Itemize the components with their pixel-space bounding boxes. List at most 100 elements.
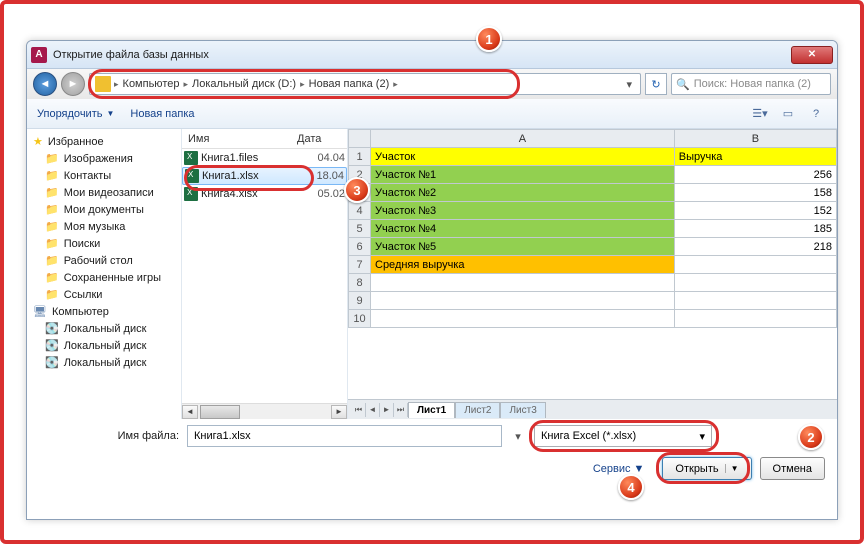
file-row-selected[interactable]: Книга1.xlsx18.04 bbox=[182, 167, 347, 185]
organize-button[interactable]: Упорядочить▼ bbox=[37, 108, 114, 120]
sheet-tabs: ⏮ ◄ ► ⏭ Лист1 Лист2 Лист3 bbox=[348, 399, 837, 419]
sheet-tab[interactable]: Лист3 bbox=[500, 402, 545, 418]
excel-icon bbox=[184, 151, 198, 165]
crumb-folder[interactable]: Новая папка (2) bbox=[305, 78, 394, 90]
view-mode-button[interactable]: ☰▾ bbox=[749, 105, 771, 123]
annotation-badge-3: 3 bbox=[344, 177, 370, 203]
file-row[interactable]: Книга4.xlsx05.02 bbox=[182, 185, 347, 203]
file-row[interactable]: Книга1.files04.04 bbox=[182, 149, 347, 167]
cell: Участок №1 bbox=[371, 166, 675, 184]
annotation-badge-1: 1 bbox=[476, 26, 502, 52]
col-header: B bbox=[674, 130, 836, 148]
filename-label: Имя файла: bbox=[39, 430, 179, 442]
filetype-combo[interactable]: Книга Excel (*.xlsx) ▾ bbox=[534, 425, 712, 447]
service-button[interactable]: Сервис▼ bbox=[593, 463, 645, 475]
crumb-drive[interactable]: Локальный диск (D:) bbox=[188, 78, 300, 90]
sidebar-drive[interactable]: 💽Локальный диск bbox=[27, 320, 181, 337]
cell: 152 bbox=[674, 202, 836, 220]
cancel-button[interactable]: Отмена bbox=[760, 457, 825, 480]
cell: Участок №5 bbox=[371, 238, 675, 256]
new-folder-button[interactable]: Новая папка bbox=[130, 108, 194, 120]
sidebar-item[interactable]: 📁Моя музыка bbox=[27, 218, 181, 235]
cell: Участок №4 bbox=[371, 220, 675, 238]
drive-icon: 💽 bbox=[45, 339, 59, 352]
chevron-down-icon: ▼ bbox=[106, 109, 114, 118]
col-name[interactable]: Имя bbox=[182, 133, 297, 145]
col-header: A bbox=[371, 130, 675, 148]
horizontal-scrollbar[interactable]: ◄ ► bbox=[182, 403, 347, 419]
folder-icon: 📁 bbox=[45, 288, 59, 301]
nav-back-button[interactable]: ◄ bbox=[33, 72, 57, 96]
sidebar-item[interactable]: 📁Контакты bbox=[27, 167, 181, 184]
filename-input[interactable]: Книга1.xlsx bbox=[187, 425, 502, 447]
excel-icon bbox=[185, 169, 199, 183]
sidebar-item[interactable]: 📁Поиски bbox=[27, 235, 181, 252]
star-icon: ★ bbox=[33, 135, 43, 148]
sheet-nav-last[interactable]: ⏭ bbox=[394, 403, 408, 417]
cell: 158 bbox=[674, 184, 836, 202]
scroll-left-button[interactable]: ◄ bbox=[182, 405, 198, 419]
filelist-header[interactable]: Имя Дата bbox=[182, 129, 347, 149]
dialog-window: A Открытие файла базы данных ✕ ◄ ► ▸ Ком… bbox=[26, 40, 838, 520]
cell: 218 bbox=[674, 238, 836, 256]
cell: Выручка bbox=[674, 148, 836, 166]
breadcrumb-dropdown[interactable]: ▾ bbox=[620, 78, 638, 91]
preview-pane: AB 1УчастокВыручка 2Участок №1256 3Участ… bbox=[347, 129, 837, 419]
toolbar: Упорядочить▼ Новая папка ☰▾ ▭ ? bbox=[27, 99, 837, 129]
sidebar-item[interactable]: 📁Мои видеозаписи bbox=[27, 184, 181, 201]
sidebar-item[interactable]: 📁Рабочий стол bbox=[27, 252, 181, 269]
sidebar-drive[interactable]: 💽Локальный диск bbox=[27, 337, 181, 354]
folder-icon: 📁 bbox=[45, 152, 59, 165]
row-header: 1 bbox=[349, 148, 371, 166]
cell bbox=[674, 256, 836, 274]
drive-icon: 💽 bbox=[45, 356, 59, 369]
sidebar-item[interactable]: 📁Ссылки bbox=[27, 286, 181, 303]
sheet-tab[interactable]: Лист1 bbox=[408, 402, 455, 418]
sidebar-drive[interactable]: 💽Локальный диск bbox=[27, 354, 181, 371]
crumb-computer[interactable]: Компьютер bbox=[119, 78, 184, 90]
titlebar: A Открытие файла базы данных ✕ bbox=[27, 41, 837, 69]
split-dropdown-icon[interactable]: ▼ bbox=[725, 464, 739, 473]
close-button[interactable]: ✕ bbox=[791, 46, 833, 64]
sheet-nav-first[interactable]: ⏮ bbox=[352, 403, 366, 417]
sidebar-item[interactable]: 📁Мои документы bbox=[27, 201, 181, 218]
scroll-thumb[interactable] bbox=[200, 405, 240, 419]
search-icon: 🔍 bbox=[676, 78, 690, 91]
filename-dropdown[interactable]: ▾ bbox=[510, 430, 526, 443]
scroll-right-button[interactable]: ► bbox=[331, 405, 347, 419]
preview-pane-button[interactable]: ▭ bbox=[777, 105, 799, 123]
help-button[interactable]: ? bbox=[805, 105, 827, 123]
sidebar-favorites[interactable]: ★Избранное bbox=[27, 133, 181, 150]
sheet-nav-prev[interactable]: ◄ bbox=[366, 403, 380, 417]
computer-icon: 🖥 bbox=[33, 305, 47, 318]
sidebar-item[interactable]: 📁Сохраненные игры bbox=[27, 269, 181, 286]
search-placeholder: Поиск: Новая папка (2) bbox=[694, 78, 811, 90]
folder-icon: 📁 bbox=[45, 271, 59, 284]
search-input[interactable]: 🔍 Поиск: Новая папка (2) bbox=[671, 73, 831, 95]
annotation-badge-4: 4 bbox=[618, 474, 644, 500]
breadcrumb[interactable]: ▸ Компьютер ▸ Локальный диск (D:) ▸ Нова… bbox=[89, 73, 641, 95]
bottom-panel: Имя файла: Книга1.xlsx ▾ Книга Excel (*.… bbox=[27, 419, 837, 486]
nav-forward-button[interactable]: ► bbox=[61, 72, 85, 96]
app-icon: A bbox=[31, 47, 47, 63]
folder-icon: 📁 bbox=[45, 203, 59, 216]
folder-icon bbox=[95, 76, 111, 92]
chevron-down-icon: ▼ bbox=[634, 463, 645, 475]
chevron-right-icon: ▸ bbox=[393, 79, 398, 90]
cell: 185 bbox=[674, 220, 836, 238]
sheet-nav-next[interactable]: ► bbox=[380, 403, 394, 417]
folder-icon: 📁 bbox=[45, 169, 59, 182]
close-icon: ✕ bbox=[808, 49, 816, 60]
sidebar-computer[interactable]: 🖥Компьютер bbox=[27, 303, 181, 320]
file-list: Имя Дата Книга1.files04.04 Книга1.xlsx18… bbox=[182, 129, 347, 419]
refresh-button[interactable]: ↻ bbox=[645, 73, 667, 95]
chevron-down-icon: ▾ bbox=[699, 430, 705, 443]
annotation-badge-2: 2 bbox=[798, 424, 824, 450]
open-button[interactable]: Открыть▼ bbox=[662, 457, 751, 480]
cell: Участок №2 bbox=[371, 184, 675, 202]
nav-bar: ◄ ► ▸ Компьютер ▸ Локальный диск (D:) ▸ … bbox=[27, 69, 837, 99]
sheet-tab[interactable]: Лист2 bbox=[455, 402, 500, 418]
sidebar-item[interactable]: 📁Изображения bbox=[27, 150, 181, 167]
cell: Средняя выручка bbox=[371, 256, 675, 274]
col-date[interactable]: Дата bbox=[297, 133, 347, 145]
